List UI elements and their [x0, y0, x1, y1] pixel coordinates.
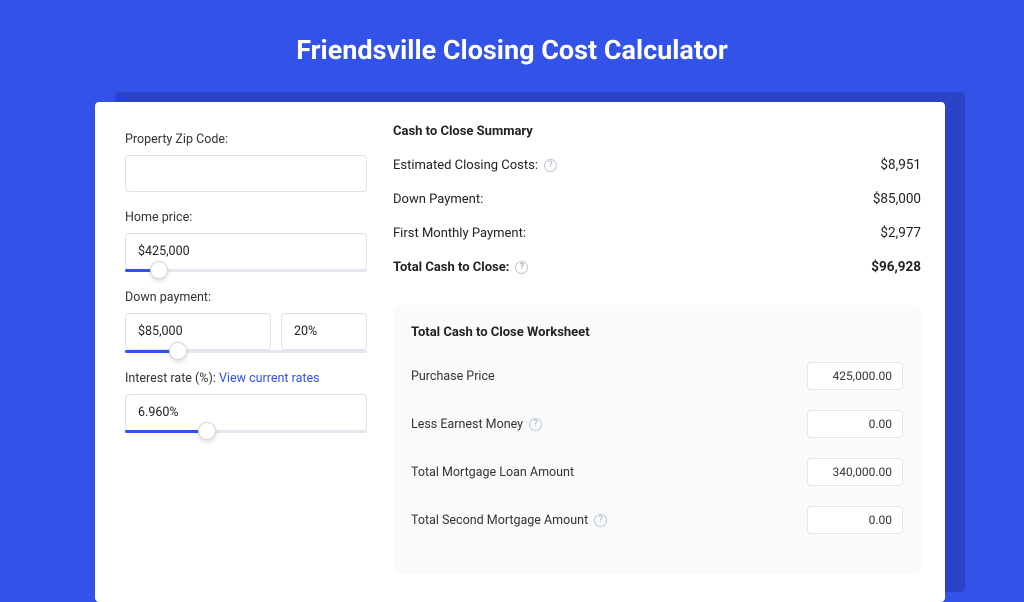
help-icon[interactable]: ? — [515, 261, 528, 274]
worksheet-label-text: Purchase Price — [411, 369, 495, 384]
summary-row-value: $8,951 — [880, 157, 921, 173]
summary-row-value: $96,928 — [871, 259, 921, 275]
field-zip: Property Zip Code: — [125, 132, 367, 192]
slider-thumb[interactable] — [169, 342, 187, 360]
worksheet-row: Total Mortgage Loan Amount 340,000.00 — [411, 458, 903, 486]
summary-title: Cash to Close Summary — [393, 124, 921, 139]
summary-row: Total Cash to Close:? $96,928 — [393, 259, 921, 275]
interest-rate-input[interactable] — [125, 394, 367, 431]
summary-label-text: Estimated Closing Costs: — [393, 158, 538, 173]
inputs-panel: Property Zip Code: Home price: Down paym… — [95, 102, 385, 602]
home-price-label: Home price: — [125, 210, 367, 225]
calculator-card: Property Zip Code: Home price: Down paym… — [95, 102, 945, 602]
worksheet-row-value: 425,000.00 — [807, 362, 903, 390]
field-interest-rate: Interest rate (%): View current rates — [125, 371, 367, 433]
worksheet-row-label: Total Mortgage Loan Amount — [411, 465, 574, 480]
worksheet-row-label: Less Earnest Money? — [411, 417, 542, 432]
worksheet-label-text: Less Earnest Money — [411, 417, 523, 432]
summary-row-label: Down Payment: — [393, 192, 483, 207]
summary-row: First Monthly Payment: $2,977 — [393, 225, 921, 241]
down-payment-pct-input[interactable] — [281, 313, 367, 350]
worksheet-title: Total Cash to Close Worksheet — [411, 325, 903, 340]
summary-row-label: Estimated Closing Costs:? — [393, 158, 557, 173]
worksheet-rows: Purchase Price 425,000.00 Less Earnest Mon… — [411, 362, 903, 534]
field-home-price: Home price: — [125, 210, 367, 272]
summary-label-text: First Monthly Payment: — [393, 226, 526, 241]
slider-thumb[interactable] — [198, 422, 216, 440]
down-payment-label: Down payment: — [125, 290, 367, 305]
worksheet-row-label: Purchase Price — [411, 369, 495, 384]
worksheet-row-value: 340,000.00 — [807, 458, 903, 486]
results-panel: Cash to Close Summary Estimated Closing … — [385, 102, 945, 602]
home-price-slider[interactable] — [125, 269, 367, 272]
worksheet-row: Less Earnest Money? 0.00 — [411, 410, 903, 438]
worksheet-row: Purchase Price 425,000.00 — [411, 362, 903, 390]
summary-label-text: Total Cash to Close: — [393, 260, 509, 275]
summary-row-value: $85,000 — [873, 191, 921, 207]
summary-row: Down Payment: $85,000 — [393, 191, 921, 207]
summary-row-label: Total Cash to Close:? — [393, 260, 528, 275]
slider-fill — [125, 430, 207, 433]
help-icon[interactable]: ? — [544, 159, 557, 172]
help-icon[interactable]: ? — [529, 418, 542, 431]
summary-row-label: First Monthly Payment: — [393, 226, 526, 241]
summary-label-text: Down Payment: — [393, 192, 483, 207]
worksheet-row-label: Total Second Mortgage Amount? — [411, 513, 607, 528]
worksheet-row-value: 0.00 — [807, 506, 903, 534]
field-down-payment: Down payment: — [125, 290, 367, 353]
page-title: Friendsville Closing Cost Calculator — [0, 0, 1024, 94]
worksheet-label-text: Total Mortgage Loan Amount — [411, 465, 574, 480]
worksheet-label-text: Total Second Mortgage Amount — [411, 513, 588, 528]
worksheet-row: Total Second Mortgage Amount? 0.00 — [411, 506, 903, 534]
summary-row: Estimated Closing Costs:? $8,951 — [393, 157, 921, 173]
down-payment-slider[interactable] — [125, 350, 367, 353]
interest-rate-label: Interest rate (%): View current rates — [125, 371, 367, 386]
worksheet-row-value: 0.00 — [807, 410, 903, 438]
help-icon[interactable]: ? — [594, 514, 607, 527]
view-rates-link[interactable]: View current rates — [219, 371, 320, 386]
down-payment-input[interactable] — [125, 313, 271, 350]
summary-rows: Estimated Closing Costs:? $8,951 Down Paym… — [393, 157, 921, 275]
interest-rate-slider[interactable] — [125, 430, 367, 433]
interest-rate-label-text: Interest rate (%): — [125, 371, 216, 386]
summary-row-value: $2,977 — [880, 225, 921, 241]
slider-thumb[interactable] — [150, 261, 168, 279]
worksheet-block: Total Cash to Close Worksheet Purchase P… — [393, 305, 921, 574]
zip-label: Property Zip Code: — [125, 132, 367, 147]
zip-input[interactable] — [125, 155, 367, 192]
